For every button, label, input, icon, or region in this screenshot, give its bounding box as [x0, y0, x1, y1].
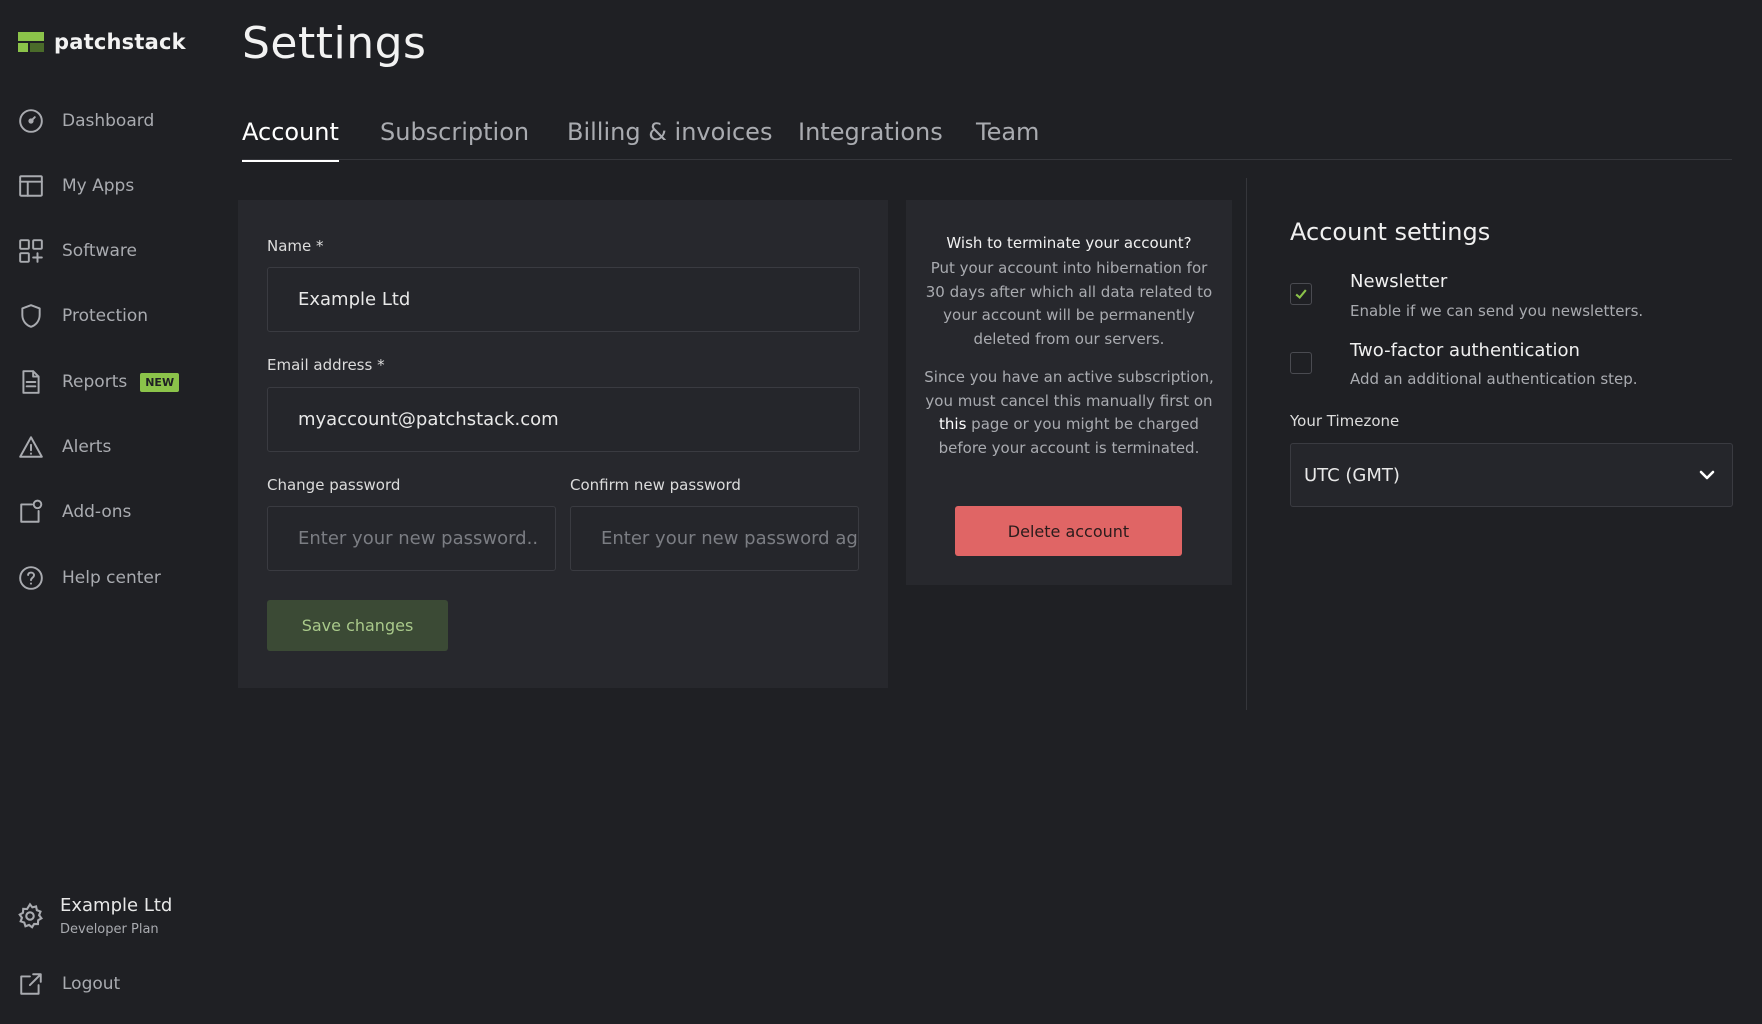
external-link-icon [18, 971, 44, 997]
sidebar-item-reports[interactable]: Reports NEW [18, 362, 180, 402]
sidebar-item-dashboard[interactable]: Dashboard [18, 101, 154, 141]
account-settings-title: Account settings [1290, 218, 1491, 246]
delete-account-button[interactable]: Delete account [955, 506, 1182, 556]
two-factor-checkbox[interactable] [1290, 352, 1312, 374]
hibernation-text: Put your account into hibernation for 30… [925, 259, 1213, 348]
name-label: Name * [267, 237, 324, 255]
document-icon [18, 369, 44, 395]
shield-icon [18, 303, 44, 329]
email-label: Email address * [267, 356, 385, 374]
sidebar-item-protection[interactable]: Protection [18, 296, 148, 336]
sidebar-item-help-center[interactable]: Help center [18, 558, 161, 598]
timezone-value: UTC (GMT) [1304, 464, 1400, 486]
sidebar-item-label: Reports [62, 372, 128, 392]
new-password-field[interactable]: Enter your new password.. [267, 506, 556, 571]
page-title: Settings [242, 18, 427, 69]
sidebar-item-label: Dashboard [62, 111, 155, 131]
gear-icon [16, 902, 44, 930]
sidebar-item-add-ons[interactable]: Add-ons [18, 492, 131, 532]
terminate-question: Wish to terminate your account? [946, 234, 1192, 252]
sidebar-item-label: Help center [62, 568, 161, 588]
tab-subscription[interactable]: Subscription [380, 118, 529, 160]
timezone-label: Your Timezone [1290, 412, 1400, 430]
save-button[interactable]: Save changes [267, 600, 448, 651]
tab-billing-invoices[interactable]: Billing & invoices [567, 118, 772, 160]
patchstack-logo-icon [18, 32, 44, 52]
newsletter-description: Enable if we can send you newsletters. [1350, 302, 1644, 320]
tab-account[interactable]: Account [242, 118, 339, 162]
two-factor-description: Add an additional authentication step. [1350, 370, 1638, 388]
brand-logo[interactable]: patchstack [18, 30, 186, 54]
sidebar-item-software[interactable]: Software [18, 231, 137, 271]
chevron-down-icon [1698, 466, 1716, 484]
warning-text-start: Since you have an active subscription, y… [924, 368, 1214, 410]
sidebar: patchstack Dashboard My Apps Software Pr [0, 0, 220, 1024]
dashboard-gauge-icon [18, 108, 44, 134]
warning-text-end: page or you might be charged before your… [938, 415, 1200, 457]
sidebar-item-my-apps[interactable]: My Apps [18, 166, 134, 206]
newsletter-checkbox[interactable] [1290, 283, 1312, 305]
account-form-card: Name * Example Ltd Email address * myacc… [238, 200, 888, 688]
sidebar-item-label: My Apps [62, 176, 135, 196]
app-root: patchstack Dashboard My Apps Software Pr [0, 0, 1762, 1024]
vertical-divider [1246, 178, 1247, 710]
addon-icon [18, 499, 44, 525]
sidebar-item-label: Alerts [62, 437, 112, 457]
name-field[interactable]: Example Ltd [267, 267, 860, 332]
logout-button[interactable]: Logout [18, 964, 120, 1004]
confirm-password-field[interactable]: Enter your new password ag [570, 506, 859, 571]
layout-icon [18, 173, 44, 199]
newsletter-title: Newsletter [1350, 271, 1448, 292]
sidebar-item-label: Add-ons [62, 502, 132, 522]
tab-integrations[interactable]: Integrations [798, 118, 943, 160]
logout-label: Logout [62, 974, 121, 994]
grid-plus-icon [18, 238, 44, 264]
subscription-warning-text: Since you have an active subscription, y… [924, 366, 1214, 460]
email-field[interactable]: myaccount@patchstack.com [267, 387, 860, 452]
account-name: Example Ltd [60, 895, 173, 916]
settings-tabs: Account Subscription Billing & invoices … [242, 112, 1732, 162]
terminate-account-card: Wish to terminate your account? Put your… [906, 200, 1232, 585]
warning-triangle-icon [18, 434, 44, 460]
tab-team[interactable]: Team [976, 118, 1039, 160]
account-plan: Developer Plan [60, 922, 159, 937]
checkmark-icon [1294, 287, 1308, 301]
brand-name: patchstack [54, 30, 186, 54]
account-switcher[interactable]: Example Ltd Developer Plan [16, 895, 172, 937]
sidebar-item-label: Software [62, 241, 137, 261]
question-circle-icon [18, 565, 44, 591]
sidebar-item-label: Protection [62, 306, 149, 326]
timezone-select[interactable]: UTC (GMT) [1290, 443, 1733, 507]
sidebar-item-alerts[interactable]: Alerts [18, 427, 111, 467]
confirm-password-label: Confirm new password [570, 476, 741, 494]
change-password-label: Change password [267, 476, 401, 494]
subscription-page-link[interactable]: this [939, 415, 966, 433]
new-badge: NEW [140, 372, 180, 392]
two-factor-title: Two-factor authentication [1350, 340, 1580, 361]
